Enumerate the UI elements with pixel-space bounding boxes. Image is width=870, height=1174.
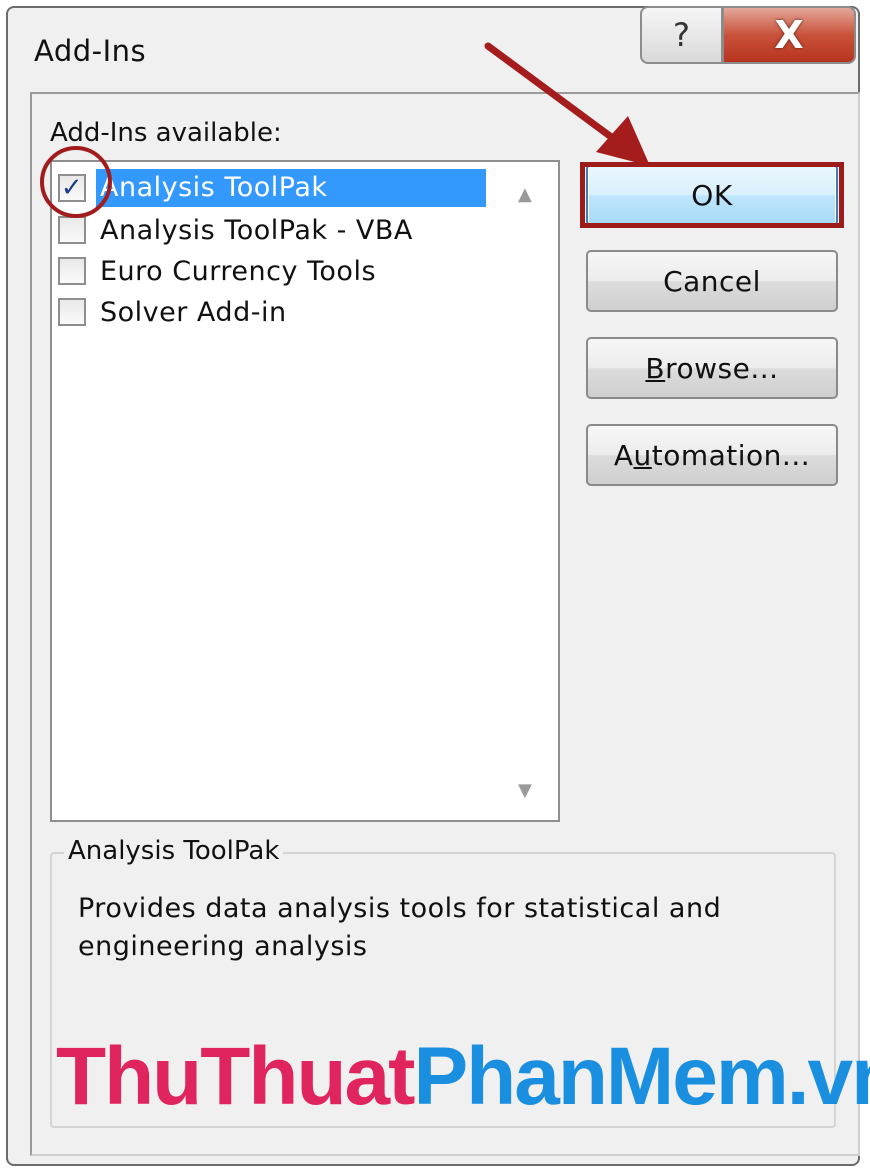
list-item-analysis-toolpak-vba[interactable]: Analysis ToolPak - VBA xyxy=(58,210,508,250)
list-item-analysis-toolpak[interactable]: ✓ Analysis ToolPak xyxy=(58,168,508,208)
annotation-circle xyxy=(40,146,112,218)
automation-button[interactable]: Automation... xyxy=(586,424,838,486)
list-item-label: Analysis ToolPak - VBA xyxy=(100,214,413,246)
list-item-solver-add-in[interactable]: Solver Add-in xyxy=(58,292,508,332)
close-icon: X xyxy=(774,13,804,57)
dialog-title: Add-Ins xyxy=(34,34,147,68)
list-item-label: Analysis ToolPak xyxy=(96,169,486,207)
scroll-up-icon[interactable]: ▲ xyxy=(518,184,532,205)
list-item-euro-currency-tools[interactable]: Euro Currency Tools xyxy=(58,251,508,291)
automation-button-label: Automation... xyxy=(613,438,811,472)
list-item-label: Euro Currency Tools xyxy=(100,255,377,287)
help-icon: ? xyxy=(673,16,690,54)
browse-button[interactable]: Browse... xyxy=(586,337,838,399)
description-text: Provides data analysis tools for statist… xyxy=(78,893,722,962)
checkbox-solver-add-in[interactable] xyxy=(58,298,86,326)
watermark-logo: ThuThuatPhanMem.vn xyxy=(56,1031,870,1122)
description-group-title: Analysis ToolPak xyxy=(64,836,284,866)
scroll-down-icon[interactable]: ▼ xyxy=(518,780,532,801)
list-item-label: Solver Add-in xyxy=(100,296,287,328)
close-button[interactable]: X xyxy=(722,6,856,64)
cancel-button[interactable]: Cancel xyxy=(586,250,838,312)
add-ins-list[interactable]: ✓ Analysis ToolPak Analysis ToolPak - VB… xyxy=(50,160,560,822)
checkbox-analysis-toolpak-vba[interactable] xyxy=(58,216,86,244)
add-ins-available-label: Add-Ins available: xyxy=(50,118,282,148)
cancel-button-label: Cancel xyxy=(663,264,761,298)
checkbox-euro-currency-tools[interactable] xyxy=(58,257,86,285)
help-button[interactable]: ? xyxy=(640,6,722,64)
browse-button-label: Browse... xyxy=(645,351,779,385)
annotation-box xyxy=(580,162,844,228)
